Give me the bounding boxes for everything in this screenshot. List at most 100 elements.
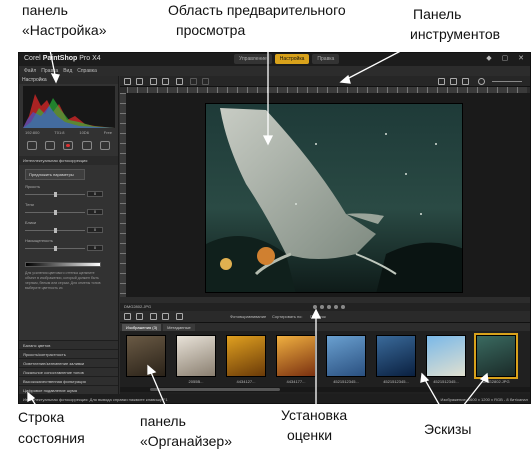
app-window: Corel PaintShop Pro X4 Управление Настро… xyxy=(18,52,531,404)
rotate-left-icon[interactable] xyxy=(150,78,157,85)
organizer-toolbar: Фотовыравнивание Сортировать по: Пометок xyxy=(120,311,530,323)
adjust-slider[interactable]: Насыщенность 0 xyxy=(25,238,112,256)
tab-adjust[interactable]: Настройка xyxy=(274,54,310,64)
rating-dot[interactable] xyxy=(313,305,317,309)
thumbnail-label: 4434127... xyxy=(236,379,256,384)
adjust-tools xyxy=(23,141,114,150)
black-white-gradient[interactable] xyxy=(25,262,101,267)
crop-tool-icon[interactable] xyxy=(27,141,38,150)
undo-icon[interactable] xyxy=(190,78,197,85)
collapsed-sections: Баланс цветов Яркость/контрастность Осве… xyxy=(19,340,118,394)
slider-value-field[interactable]: 0 xyxy=(87,191,103,197)
section-fill-light[interactable]: Осветление/затемнение заливки xyxy=(19,358,118,367)
label-organizer: панель «Органайзер» xyxy=(140,413,233,449)
menu-view[interactable]: Вид xyxy=(63,68,72,74)
thumbnail[interactable] xyxy=(426,335,466,377)
title-bar: Corel PaintShop Pro X4 Управление Настро… xyxy=(19,53,530,66)
hint-text: Для усиления цветового оттенка щелкните … xyxy=(25,271,101,290)
label-toolbar: Панель инструментов xyxy=(410,6,501,42)
menu-edit[interactable]: Правка xyxy=(41,68,58,74)
thumbnail[interactable] xyxy=(176,335,216,377)
preview-image[interactable] xyxy=(205,103,463,293)
thumbnail[interactable] xyxy=(326,335,366,377)
section-brightness-contrast[interactable]: Яркость/контрастность xyxy=(19,349,118,358)
rotate-icon[interactable] xyxy=(176,313,183,320)
slider-value-field[interactable]: 0 xyxy=(87,245,103,251)
organizer-tabs: Изображения (3) Метаданные xyxy=(122,324,195,331)
slider-value-field[interactable]: 0 xyxy=(87,227,103,233)
thumbnail[interactable] xyxy=(376,335,416,377)
save-as-icon[interactable] xyxy=(136,78,143,85)
tag-icon[interactable] xyxy=(150,313,157,320)
thumbnail-label: 4521512345... xyxy=(383,379,409,384)
slider-handle[interactable] xyxy=(54,192,57,197)
tab-edit[interactable]: Правка xyxy=(312,54,340,64)
window-controls[interactable]: ◆ ▢ ✕ xyxy=(486,54,528,62)
zoom-slider[interactable] xyxy=(492,81,522,82)
thumbnail-label: 4521512345... xyxy=(433,379,459,384)
section-noise-removal[interactable]: Цифровое подавление шума xyxy=(19,385,118,394)
actual-size-icon[interactable] xyxy=(450,78,457,85)
menu-bar: Файл Правка Вид Справка xyxy=(19,66,119,76)
slider-handle[interactable] xyxy=(54,210,57,215)
adjust-panel: Настройка 192:800 T01:8 10D6 Free Интелл… xyxy=(19,76,119,394)
clone-tool-icon[interactable] xyxy=(99,141,110,150)
save-icon[interactable] xyxy=(124,78,131,85)
menu-file[interactable]: Файл xyxy=(24,68,36,74)
adjust-slider[interactable]: Тени 0 xyxy=(25,202,112,220)
thumbnail-scrollbar[interactable] xyxy=(120,387,530,392)
thumbnail-label: 4434177... xyxy=(286,379,306,384)
slider-label: Насыщенность xyxy=(25,238,54,243)
smart-photo-fix-title: Интеллектуальная фотокоррекция xyxy=(19,156,118,165)
thumbnail-label: 4521512345... xyxy=(333,379,359,384)
tab-manage[interactable]: Управление xyxy=(234,54,272,64)
adjust-slider[interactable]: Блики 0 xyxy=(25,220,112,238)
slider-value-field[interactable]: 0 xyxy=(87,209,103,215)
organizer-header: DMG2802.JPG xyxy=(120,303,530,311)
straighten-tool-icon[interactable] xyxy=(45,141,56,150)
workspace-tabs: Управление Настройка Правка xyxy=(234,54,340,64)
share-icon[interactable] xyxy=(162,313,169,320)
fit-window-icon[interactable] xyxy=(438,78,445,85)
slider-handle[interactable] xyxy=(54,246,57,251)
suggest-settings-button[interactable]: Предложить параметры xyxy=(25,169,85,180)
section-local-tone[interactable]: Локальное сопоставление тонов xyxy=(19,367,118,376)
thumbnail[interactable] xyxy=(126,335,166,377)
menu-help[interactable]: Справка xyxy=(77,68,97,74)
grid-icon[interactable] xyxy=(462,78,469,85)
rating-dot[interactable] xyxy=(327,305,331,309)
section-color-balance[interactable]: Баланс цветов xyxy=(19,340,118,349)
rating-control[interactable] xyxy=(313,305,345,309)
thumbnail[interactable] xyxy=(226,335,266,377)
redo-icon[interactable] xyxy=(202,78,209,85)
markers-label[interactable]: Пометок xyxy=(310,314,326,319)
image-info: Изображение: 1600 x 1200 x RGB - 8 бит/к… xyxy=(440,397,528,402)
list-view-icon[interactable] xyxy=(136,313,143,320)
status-bar: Интеллектуальная фотокоррекция: Для выво… xyxy=(19,394,530,403)
app-title: Corel PaintShop Pro X4 xyxy=(24,55,101,62)
photo-align-label[interactable]: Фотовыравнивание xyxy=(230,314,266,319)
red-eye-tool-icon[interactable] xyxy=(63,141,74,150)
thumbnail[interactable] xyxy=(474,333,518,379)
sort-by-label[interactable]: Сортировать по: xyxy=(272,314,303,319)
delete-icon[interactable] xyxy=(176,78,183,85)
view-toggle-icon[interactable] xyxy=(124,313,131,320)
slider-handle[interactable] xyxy=(54,228,57,233)
rotate-right-icon[interactable] xyxy=(162,78,169,85)
rating-dot[interactable] xyxy=(341,305,345,309)
tab-images[interactable]: Изображения (3) xyxy=(122,324,162,331)
scrollbar-thumb[interactable] xyxy=(150,388,280,391)
rating-dot[interactable] xyxy=(320,305,324,309)
thumbnail[interactable] xyxy=(276,335,316,377)
rating-dot[interactable] xyxy=(334,305,338,309)
zoom-icon[interactable] xyxy=(478,78,485,85)
toolbar xyxy=(120,76,530,87)
adjust-slider[interactable]: Яркость 0 xyxy=(25,184,112,202)
label-rating: Установка оценки xyxy=(281,407,348,443)
histogram-values: 192:800 T01:8 10D6 Free xyxy=(25,130,112,135)
slider-label: Блики xyxy=(25,220,37,225)
section-high-pass[interactable]: Высококачественная фильтрация xyxy=(19,376,118,385)
adjust-panel-header: Настройка xyxy=(19,76,118,84)
tab-metadata[interactable]: Метаданные xyxy=(163,324,195,331)
makeover-tool-icon[interactable] xyxy=(81,141,92,150)
